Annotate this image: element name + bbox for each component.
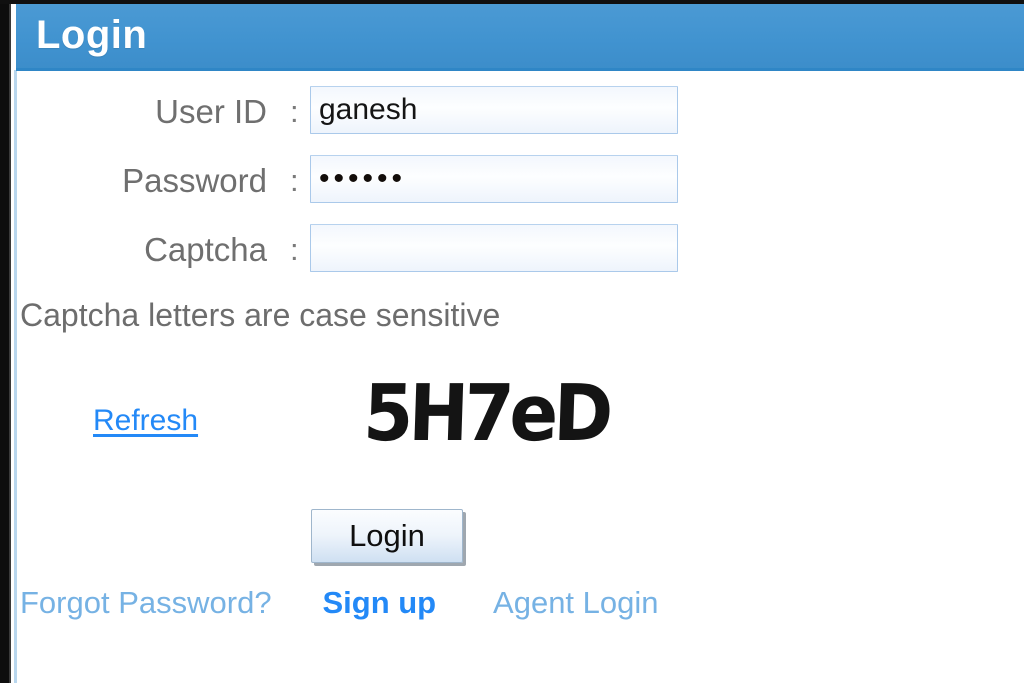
refresh-captcha-link[interactable]: Refresh	[93, 400, 198, 442]
login-page: Login User ID : Password : Captcha : Cap…	[0, 0, 1024, 683]
panel-left-rule	[14, 70, 17, 683]
sign-up-link[interactable]: Sign up	[322, 580, 436, 626]
form-row-userid: User ID :	[20, 86, 700, 138]
userid-label: User ID	[155, 93, 267, 130]
agent-login-link[interactable]: Agent Login	[493, 580, 658, 626]
userid-colon: :	[290, 94, 299, 129]
page-left-edge-inner	[9, 0, 11, 683]
userid-input[interactable]	[310, 86, 678, 134]
password-colon: :	[290, 163, 299, 198]
captcha-label: Captcha	[144, 231, 267, 268]
login-button[interactable]: Login	[311, 509, 463, 563]
captcha-challenge-text: 5H7eD	[361, 369, 611, 459]
password-label: Password	[122, 162, 267, 199]
page-title: Login	[36, 13, 148, 57]
captcha-case-note: Captcha letters are case sensitive	[20, 297, 501, 333]
captcha-image: 5H7eD	[336, 362, 636, 466]
captcha-input[interactable]	[310, 224, 678, 272]
footer-links: Forgot Password? Sign up Agent Login	[20, 580, 659, 626]
titlebar-underline	[16, 68, 1024, 71]
login-titlebar	[16, 4, 1024, 70]
captcha-colon: :	[290, 232, 299, 267]
forgot-password-link[interactable]: Forgot Password?	[20, 580, 272, 626]
form-row-captcha: Captcha :	[20, 224, 700, 276]
page-left-edge	[0, 0, 9, 683]
password-input[interactable]	[310, 155, 678, 203]
form-row-password: Password :	[20, 155, 700, 207]
